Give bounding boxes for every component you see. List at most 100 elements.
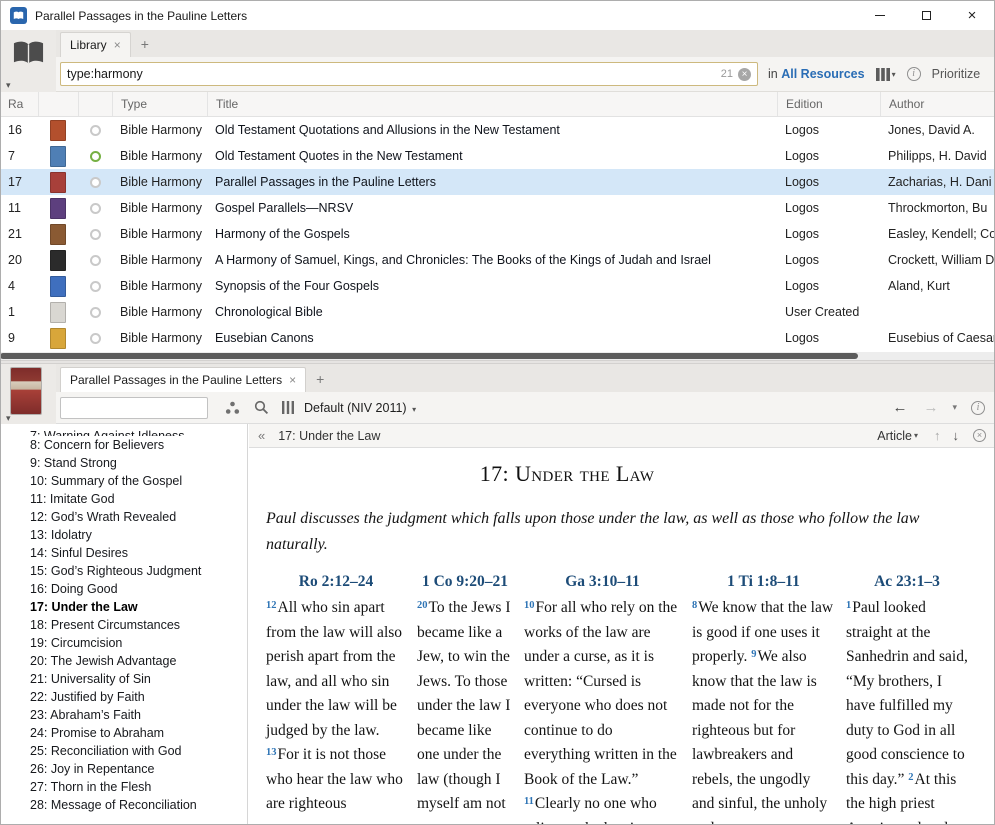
tab-library[interactable]: Library × (60, 32, 131, 57)
toc-item[interactable]: 26: Joy in Repentance (0, 760, 247, 778)
column-header-cover[interactable] (38, 92, 78, 116)
toc-item-label: 25: Reconciliation with God (30, 744, 182, 758)
version-selector[interactable]: Default (NIV 2011) ▾ (304, 401, 416, 415)
maximize-icon (921, 11, 931, 20)
scope-all-resources-link[interactable]: All Resources (781, 67, 864, 81)
library-row[interactable]: 20 Bible Harmony A Harmony of Samuel, King… (0, 247, 995, 273)
toc-item[interactable]: 11: Imitate God (0, 490, 247, 508)
column-header-author[interactable]: Author (880, 92, 995, 116)
author-cell: Jones, David A. (888, 123, 975, 137)
toc-item[interactable]: 12: God’s Wrath Revealed (0, 508, 247, 526)
toc-item[interactable]: 7: Warning Against Idleness (0, 427, 247, 436)
clear-search-icon[interactable]: × (738, 67, 751, 81)
toc-item[interactable]: 9: Stand Strong (0, 454, 247, 472)
toc-item[interactable]: 13: Idolatry (0, 526, 247, 544)
toc-item[interactable]: 23: Abraham’s Faith (0, 706, 247, 724)
resource-cover-icon (50, 171, 66, 193)
chevron-down-icon: ▾ (412, 404, 417, 414)
minimize-button[interactable] (857, 1, 903, 31)
library-info-button[interactable]: i (906, 67, 921, 81)
passage-reference[interactable]: Ro 2:12–24 (266, 573, 406, 591)
title-cell: Parallel Passages in the Pauline Letters (215, 175, 436, 189)
edition-cell: Logos (785, 253, 820, 267)
toc-item[interactable]: 22: Justified by Faith (0, 688, 247, 706)
toc-item[interactable]: 17: Under the Law (0, 598, 247, 616)
prioritize-button[interactable]: Prioritize (932, 67, 981, 81)
column-header-edition[interactable]: Edition (777, 92, 880, 116)
view-columns-button[interactable]: ▾ (875, 67, 896, 81)
status-cell (78, 176, 112, 188)
inline-search-button[interactable] (254, 400, 269, 415)
toc-item[interactable]: 27: Thorn in the Flesh (0, 778, 247, 796)
cover-cell (38, 197, 78, 219)
passage-reference[interactable]: Ac 23:1–3 (846, 573, 968, 591)
library-row[interactable]: 11 Bible Harmony Gospel Parallels—NRSV Logo… (0, 195, 995, 221)
resource-search-input[interactable] (60, 396, 208, 419)
column-header-rank[interactable]: Ra (0, 92, 38, 116)
toc-item[interactable]: 21: Universality of Sin (0, 670, 247, 688)
library-row[interactable]: 21 Bible Harmony Harmony of the Gospels Log… (0, 221, 995, 247)
title-cell: Chronological Bible (215, 305, 323, 319)
toc-item[interactable]: 10: Summary of the Gospel (0, 472, 247, 490)
toc-item[interactable]: 24: Promise to Abraham (0, 724, 247, 742)
parallel-columns-button[interactable] (282, 401, 294, 414)
library-row[interactable]: 7 Bible Harmony Old Testament Quotes in th… (0, 143, 995, 169)
toc-item[interactable]: 15: God’s Righteous Judgment (0, 562, 247, 580)
panel-menu-caret-icon[interactable]: ▾ (6, 413, 11, 424)
chevron-down-icon: ▾ (913, 431, 918, 440)
library-tab-bar: Library × + (56, 30, 995, 57)
toc-item[interactable]: 14: Sinful Desires (0, 544, 247, 562)
library-icon[interactable] (12, 40, 45, 66)
history-dropdown-icon[interactable]: ▾ (952, 402, 957, 413)
toc-item[interactable]: 8: Concern for Believers (0, 436, 247, 454)
panel-menu-caret-icon[interactable]: ▾ (6, 80, 11, 91)
passage-column: Ac 23:1–3 1Paul looked straight at the Sa… (846, 573, 968, 825)
close-tab-icon[interactable]: × (114, 39, 121, 51)
library-search-input[interactable]: type:harmony 21 × (60, 62, 758, 86)
maximize-button[interactable] (903, 1, 949, 31)
next-article-button[interactable]: ↓ (953, 428, 960, 443)
author-cell: Crockett, William D (888, 253, 995, 267)
article-selector[interactable]: Article ▾ (877, 429, 918, 443)
resource-tab-bar: Parallel Passages in the Pauline Letters… (56, 364, 995, 392)
collapse-toc-icon[interactable]: « (258, 428, 265, 443)
new-tab-button[interactable]: + (316, 371, 324, 387)
close-tab-icon[interactable]: × (289, 374, 296, 386)
passage-reference[interactable]: 1 Ti 1:8–11 (692, 573, 835, 591)
passage-text: 20To the Jews I became like a Jew, to wi… (417, 599, 511, 812)
column-header-type[interactable]: Type (112, 92, 207, 116)
toc-item[interactable]: 16: Doing Good (0, 580, 247, 598)
library-row[interactable]: 9 Bible Harmony Eusebian Canons Logos Eusebi… (0, 325, 995, 351)
title-cell: Eusebian Canons (215, 331, 314, 345)
toc-item-label: 15: God’s Righteous Judgment (30, 564, 202, 578)
passage-reference[interactable]: 1 Co 9:20–21 (417, 573, 513, 591)
forward-button[interactable]: → (923, 399, 938, 416)
library-row[interactable]: 1 Bible Harmony Chronological Bible User Cr… (0, 299, 995, 325)
column-header-status[interactable] (78, 92, 112, 116)
toc-item[interactable]: 19: Circumcision (0, 634, 247, 652)
visual-filters-button[interactable] (225, 401, 240, 415)
passage-reference[interactable]: Ga 3:10–11 (524, 573, 681, 591)
toc-item[interactable]: 28: Message of Reconciliation (0, 796, 247, 814)
library-row[interactable]: 4 Bible Harmony Synopsis of the Four Gospe… (0, 273, 995, 299)
cover-cell (38, 223, 78, 245)
toc-item[interactable]: 25: Reconciliation with God (0, 742, 247, 760)
column-header-title[interactable]: Title (207, 92, 777, 116)
library-row[interactable]: 17 Bible Harmony Parallel Passages in the … (0, 169, 995, 195)
close-button[interactable]: × (949, 1, 995, 31)
close-pane-icon[interactable]: × (973, 429, 986, 442)
horizontal-scrollbar[interactable] (0, 352, 995, 360)
toc-item[interactable]: 20: The Jewish Advantage (0, 652, 247, 670)
toc-item[interactable]: 18: Present Circumstances (0, 616, 247, 634)
status-cell (78, 332, 112, 344)
status-ring-icon (89, 280, 101, 292)
type-cell: Bible Harmony (120, 279, 202, 293)
new-tab-button[interactable]: + (141, 36, 149, 52)
library-row[interactable]: 16 Bible Harmony Old Testament Quotations … (0, 117, 995, 143)
scrollbar-thumb[interactable] (0, 353, 858, 359)
info-icon[interactable]: i (971, 400, 985, 415)
tab-resource[interactable]: Parallel Passages in the Pauline Letters… (60, 367, 307, 392)
back-button[interactable]: ← (892, 399, 907, 416)
resource-cover-thumbnail[interactable] (11, 368, 41, 414)
previous-article-button[interactable]: ↑ (934, 428, 941, 443)
